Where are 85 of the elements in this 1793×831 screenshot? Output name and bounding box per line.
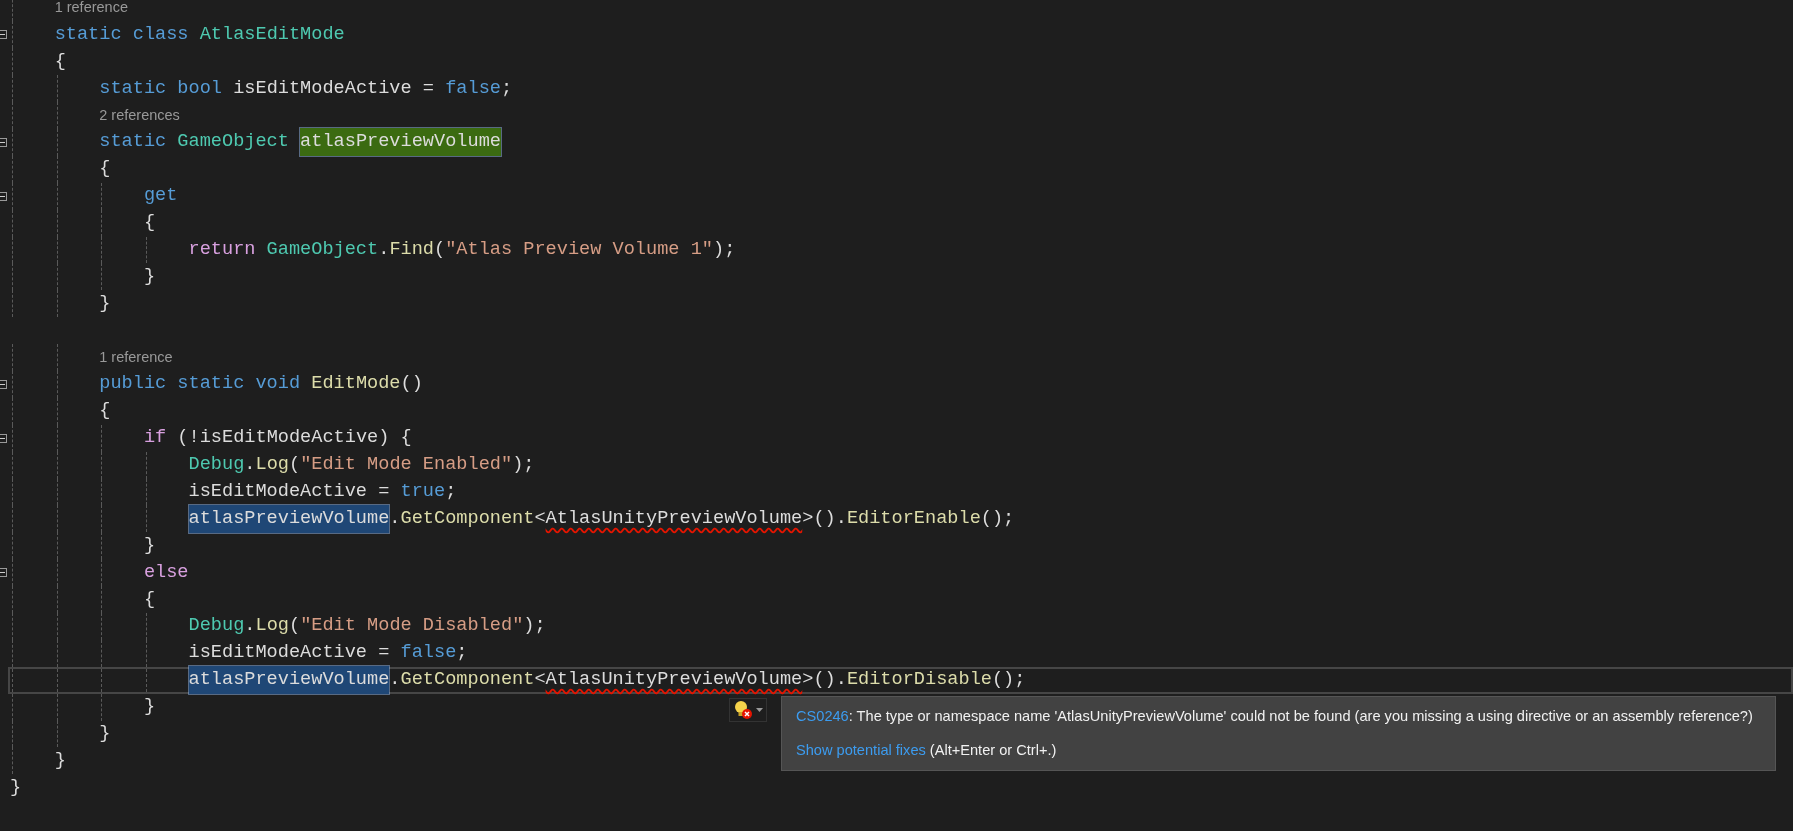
method-name: EditorDisable (846, 668, 992, 693)
code-text: ); (713, 238, 736, 262)
quick-actions-button[interactable] (729, 698, 767, 722)
code-text: < (534, 506, 546, 531)
code-text: ; (500, 76, 513, 101)
collapse-icon[interactable] (0, 379, 7, 389)
code-text: . (244, 614, 256, 639)
string-literal: "Edit Mode Enabled" (300, 453, 513, 478)
keyword: get (143, 184, 178, 209)
type-name: AtlasEditMode (199, 22, 345, 47)
method-name: GetComponent (400, 668, 535, 693)
method-name: EditorEnable (846, 506, 981, 531)
method-name: Log (255, 614, 289, 639)
control-keyword: if (143, 426, 167, 451)
keyword: true (400, 480, 446, 505)
code-text: (); (980, 506, 1015, 531)
reference-count-link[interactable]: 1 reference (54, 0, 128, 19)
error-underlined-text: AtlasUnityPreviewVolume (545, 668, 803, 693)
string-literal: "Atlas Preview Volume 1" (445, 238, 713, 262)
code-text: } (10, 775, 22, 800)
code-text: (!isEditModeActive) { (176, 426, 412, 451)
code-text: } (143, 533, 156, 558)
code-text: >(). (802, 668, 847, 693)
keyword: false (400, 641, 457, 666)
keyword: public static void (99, 372, 302, 397)
code-text: ( (434, 238, 446, 262)
highlighted-identifier: atlasPreviewVolume (300, 128, 501, 157)
code-text: < (534, 668, 546, 693)
keyword: static class (54, 22, 190, 47)
code-text: isEditModeActive = (188, 641, 391, 666)
code-text: (); (991, 668, 1026, 693)
highlighted-identifier: atlasPreviewVolume (188, 666, 390, 695)
code-text: } (143, 264, 156, 289)
shortcut-hint: (Alt+Enter or Ctrl+.) (929, 740, 1057, 760)
code-text: } (143, 695, 156, 720)
collapse-icon[interactable] (0, 191, 7, 201)
error-underlined-text: AtlasUnityPreviewVolume (545, 506, 803, 531)
collapse-icon[interactable] (0, 568, 7, 578)
code-text: isEditModeActive = (188, 480, 391, 505)
code-text: ); (512, 453, 535, 478)
error-code-link[interactable]: CS0246 (796, 708, 849, 724)
collapse-icon[interactable] (0, 30, 7, 40)
show-fixes-link[interactable]: Show potential fixes (796, 739, 926, 762)
type-name: GameObject (177, 130, 290, 155)
code-text: { (143, 587, 156, 612)
code-text: () (400, 372, 423, 397)
error-message: CS0246: The type or namespace name 'AtlasUnityPreviewVolume' could not be found (are you missing a using directive or an assembly reference?) (796, 707, 1754, 726)
code-text: isEditModeActive = (233, 76, 435, 101)
lightbulb-error-icon (733, 700, 753, 720)
code-text: } (54, 748, 66, 773)
caret-icon (756, 708, 763, 712)
string-literal: "Edit Mode Disabled" (300, 614, 524, 639)
code-text: } (99, 722, 111, 747)
code-text: . (378, 238, 390, 262)
type-name: GameObject (266, 238, 379, 262)
code-text: ( (288, 453, 301, 478)
reference-count-link[interactable]: 1 reference (99, 346, 173, 369)
code-text: . (389, 506, 401, 531)
code-text: { (143, 211, 156, 236)
keyword: static (99, 130, 168, 155)
keyword: static bool (99, 76, 223, 101)
method-name: Find (389, 238, 434, 262)
reference-count-link[interactable]: 2 references (99, 104, 180, 127)
code-text: >(). (802, 506, 847, 531)
highlighted-identifier: atlasPreviewVolume (188, 504, 390, 533)
collapse-icon[interactable] (0, 137, 7, 147)
code-text: ); (523, 614, 546, 639)
method-name: Log (255, 453, 289, 478)
method-name: GetComponent (400, 506, 535, 531)
code-text: ; (456, 641, 468, 666)
keyword: false (445, 76, 501, 101)
code-text: } (99, 291, 111, 316)
code-text: ; (445, 480, 457, 505)
collapse-icon[interactable] (0, 433, 7, 443)
code-text: { (99, 399, 111, 424)
type-name: Debug (188, 453, 245, 478)
type-name: Debug (188, 614, 245, 639)
code-text: ( (288, 614, 301, 639)
code-text: { (54, 49, 66, 74)
control-keyword: else (143, 560, 189, 585)
code-text: . (389, 668, 401, 693)
method-name: EditMode (311, 372, 401, 397)
code-text: . (244, 453, 256, 478)
code-text: { (99, 157, 111, 182)
control-keyword: return (188, 238, 257, 262)
